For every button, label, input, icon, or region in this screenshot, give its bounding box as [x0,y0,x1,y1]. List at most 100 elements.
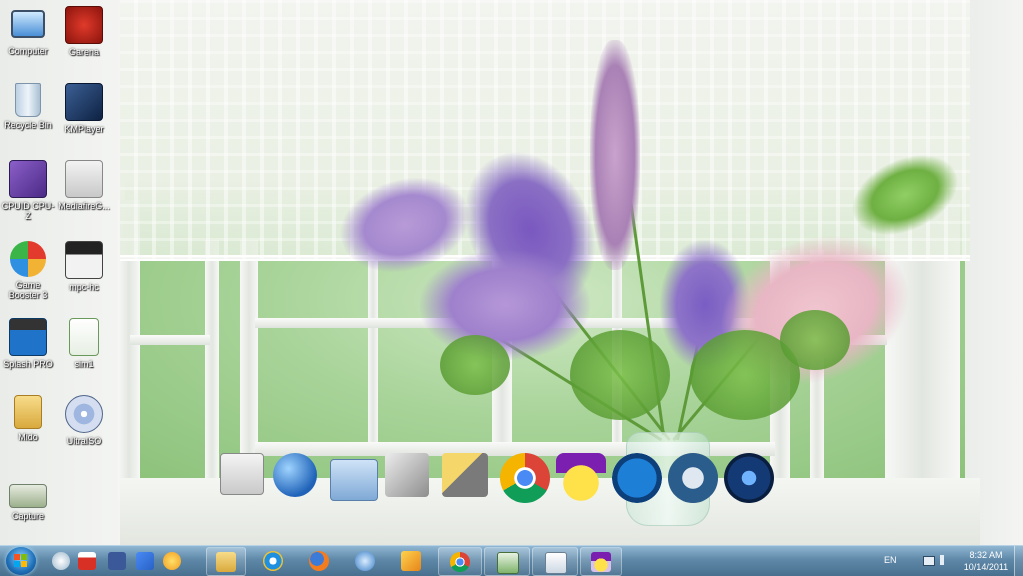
clock-time: 8:32 AM [969,550,1003,560]
translate-icon[interactable] [136,552,154,570]
desktop-icon-label: Mido [18,432,38,442]
flower-cluster-lavender [420,250,590,360]
yu-icon [612,453,662,503]
show-desktop-button[interactable] [1014,546,1023,576]
system-tools-icon [385,453,429,497]
taskbar-network-tool[interactable] [346,547,384,574]
mediafire-icon [65,160,103,198]
desktop-icon-label: sim1 [74,359,94,369]
dock-item-yu[interactable] [612,453,662,503]
dock-item-folder[interactable] [330,453,380,503]
dock-item-yahoo-messenger[interactable] [556,453,606,503]
folder-icon [330,459,378,501]
desktop-icon-label: mpc-hc [69,282,99,292]
fern-foliage [570,330,670,420]
flower-spike-pink-lilac [590,40,640,270]
dock-item-sony-vegas[interactable] [668,453,718,503]
taskbar-chrome[interactable] [438,547,482,576]
desktop-icon-cpuz[interactable]: CPUID CPU-Z [0,160,56,221]
recycle-bin-icon [15,83,41,117]
desktop-icon-game-booster[interactable]: Game Booster 3 [0,241,56,300]
taskbar-yahoo-messenger[interactable] [580,547,622,576]
network-icon [273,453,317,497]
taskbar: EN 8:32 AM 10/14/2011 [0,545,1023,576]
dock-item-build-tools[interactable] [442,453,492,503]
taskbar-firefox[interactable] [300,547,338,574]
desktop-icon-label: MediafireG... [58,201,110,211]
taskbar-task-manager[interactable] [484,547,530,576]
task-manager-icon [497,552,519,574]
dock-item-system-tools[interactable] [385,453,435,503]
desktop-icon-label: UltraISO [66,436,102,446]
window-frame [368,250,378,450]
desktop-icon-label: CPUID CPU-Z [1,201,55,221]
taskbar-window-app[interactable] [532,547,578,576]
clock-date: 10/14/2011 [963,562,1009,572]
desktop-icon-kmplayer[interactable]: KMPlayer [56,83,112,134]
build-tools-icon [442,453,488,497]
chrome-icon [500,453,550,503]
language-indicator[interactable]: EN [884,555,897,565]
facebook-icon[interactable] [108,552,126,570]
dock-item-chrome[interactable] [500,453,550,503]
mpc-hc-icon [65,241,103,279]
taskbar-media-player[interactable] [392,547,430,574]
yahoo-messenger-icon [556,453,606,503]
windows-logo-icon [14,554,27,567]
fern-foliage [440,335,510,395]
dock-item-trillian[interactable] [724,453,774,503]
network-tool-icon [355,551,375,571]
image-icon [9,484,47,508]
internet-explorer-icon [263,551,283,571]
folder-icon [14,395,42,429]
messenger-icon[interactable] [163,552,181,570]
desktop-icon-mpc-hc[interactable]: mpc-hc [56,241,112,292]
sony-vegas-icon [668,453,718,503]
desktop-icon-label: Garena [68,47,100,57]
garena-icon [65,6,103,44]
clock[interactable]: 8:32 AM 10/14/2011 [961,549,1011,573]
desktop-icon-mido[interactable]: Mido [0,395,56,442]
desktop-icon-label: Computer [8,46,48,56]
explorer-icon [216,552,236,572]
desktop-icon-capture[interactable]: Capture [0,484,56,521]
window-frame [130,335,210,345]
game-booster-icon [10,241,46,277]
media-player-icon [401,551,421,571]
desktop-icon-label: Capture [11,511,45,521]
trillian-icon [724,453,774,503]
desktop-icon-mediafire[interactable]: MediafireG... [56,160,112,211]
show-desktop-icon[interactable] [52,552,70,570]
gmail-icon[interactable] [78,552,96,570]
desktop-icon-splash-pro[interactable]: Splash PRO [0,318,56,369]
start-button[interactable] [6,547,36,575]
excel-file-icon [69,318,99,356]
volume-icon[interactable] [940,555,952,565]
chrome-icon [450,552,470,572]
desktop-icon-recycle-bin[interactable]: Recycle Bin [0,83,56,130]
desktop-icon-sim1[interactable]: sim1 [56,318,112,369]
window-frame [205,240,219,480]
dock-item-preview[interactable] [220,453,270,503]
action-center-icon[interactable] [923,556,935,566]
computer-icon [11,10,45,38]
desktop-icon-label: Game Booster 3 [8,280,48,300]
taskbar-explorer[interactable] [206,547,246,576]
fern-foliage [780,310,850,370]
dock-item-network[interactable] [273,453,323,503]
yahoo-messenger-icon [591,552,611,572]
desktop-icon-ultraiso[interactable]: UltraISO [56,395,112,446]
window-app-icon [545,552,567,574]
preview-icon [220,453,264,495]
splash-pro-icon [9,318,47,356]
ultraiso-icon [65,395,103,433]
desktop-icon-label: KMPlayer [64,124,104,134]
desktop-icon-label: Splash PRO [3,359,53,369]
cpuz-icon [9,160,47,198]
desktop-icon-label: Recycle Bin [4,120,52,130]
firefox-icon [309,551,329,571]
kmplayer-icon [65,83,103,121]
desktop-icon-computer[interactable]: Computer [0,6,56,56]
taskbar-internet-explorer[interactable] [254,547,292,574]
desktop-icon-garena[interactable]: Garena [56,6,112,57]
